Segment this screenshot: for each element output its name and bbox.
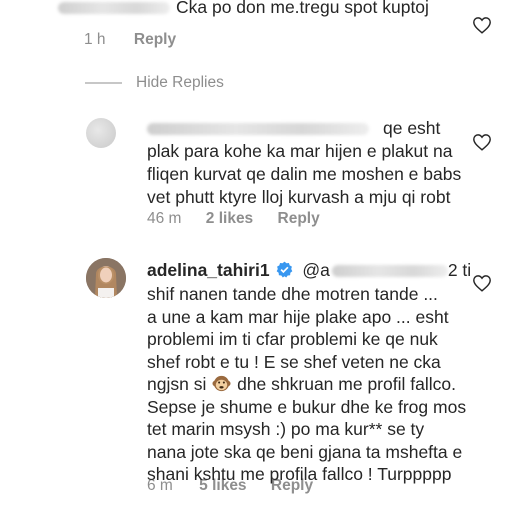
reply-button[interactable]: Reply [134,31,176,49]
reply-2-line-6: Sepse je shume e bukur dhe ke frog mos [147,396,467,417]
like-heart-icon[interactable] [472,133,492,151]
reply-1-line-2: fliqen kurvat qe dalin me moshen e babs [147,164,462,184]
reply-2-line-4: shef robt e tu ! E se shef veten ne cka [147,351,441,372]
comment-top-meta: 1 h Reply [84,31,176,49]
reply-2-line-8: nana jote ska qe beni gjana ta mshefta e [147,441,463,462]
comment-time: 46 m [147,210,182,227]
comment-top-text: Cka po don me.tregu spot kuptoj [58,0,429,18]
reply-2-line-7: tet marin msysh :) po ma kur** se ty [147,419,425,439]
blurred-mention [331,265,448,278]
reply-1-line-3: vet phutt ktyre lloj kurvash a mju qi ro… [147,187,451,207]
reply-2-line-2: a une a kam mar hije plake apo ... esht [147,306,449,327]
reply-1-meta: 46 m 2 likes Reply [147,210,320,228]
avatar[interactable] [86,118,116,148]
hide-replies-divider [85,82,122,84]
blurred-username [58,2,170,15]
reply-2-first-line: adelina_tahiri1 @a 2 ti [147,260,472,280]
reply-2-line-1: shif nanen tande dhe motren tande ... [147,284,438,304]
reply-2-line-9: shani kshtu me profila fallco ! Turppppp [147,464,452,484]
monkey-emoji-icon [212,374,231,393]
avatar[interactable] [86,258,126,298]
reply-2-line-5: ngjsn si dhe shkruan me profil fallco. [147,374,456,394]
reply-button[interactable]: Reply [278,210,320,228]
comment-time: 1 h [84,31,106,48]
reply-1-line-1: plak para kohe ka mar hijen e plakut na [147,141,453,161]
verified-badge-icon [276,261,293,278]
likes-count[interactable]: 2 likes [206,210,253,228]
comments-screen: Cka po don me.tregu spot kuptoj 1 h Repl… [0,0,515,507]
reply-2-line-3: problemi im ti cfar problemi ke qe nuk [147,329,438,349]
like-heart-icon[interactable] [472,274,492,292]
reply-1-first-line: qe esht [147,117,440,139]
mention-link[interactable]: @a [302,260,448,280]
like-heart-icon[interactable] [472,16,492,34]
blurred-username [147,123,369,136]
hide-replies-button[interactable]: Hide Replies [136,74,224,92]
comment-username[interactable]: adelina_tahiri1 [147,260,270,280]
